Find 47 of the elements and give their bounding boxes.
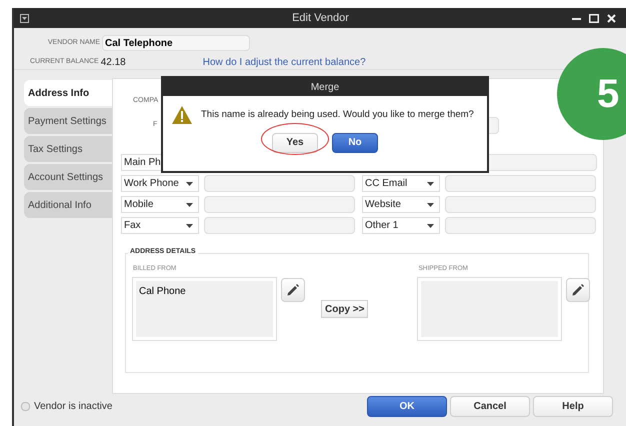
pencil-icon <box>571 283 586 297</box>
warning-icon <box>171 105 193 125</box>
caret-icon <box>186 202 193 206</box>
input-field[interactable] <box>204 196 355 213</box>
phone-type-dropdown[interactable]: Work Phone <box>121 175 199 192</box>
input-field[interactable] <box>445 196 596 213</box>
window-title: Edit Vendor <box>291 10 350 26</box>
edit-button[interactable] <box>281 278 305 302</box>
input-field[interactable] <box>204 217 355 234</box>
caret-icon <box>427 202 434 206</box>
merge-button[interactable]: Yes <box>272 132 318 152</box>
billed-address-box[interactable]: Cal Phone <box>133 278 276 340</box>
phone-type-dropdown[interactable]: Website <box>362 196 440 213</box>
dialog-button[interactable]: OK <box>367 396 447 417</box>
input-field[interactable] <box>445 217 596 234</box>
dialog-button[interactable]: Help <box>533 396 613 417</box>
dialog-button[interactable]: Cancel <box>450 396 530 417</box>
edit-button[interactable] <box>566 278 590 302</box>
sidebar-tab[interactable]: Account Settings <box>24 164 112 190</box>
vendor-name-field[interactable]: Cal Telephone <box>102 35 250 51</box>
sidebar-tab[interactable]: Address Info <box>24 80 112 106</box>
caret-icon <box>427 224 434 228</box>
sidebar-tab[interactable]: Additional Info <box>24 192 112 218</box>
current-balance-value: 42.18 <box>100 56 126 70</box>
window-menu-icon[interactable] <box>20 14 29 22</box>
phone-type-dropdown[interactable]: CC Email <box>362 175 440 192</box>
sidebar-tab[interactable]: Tax Settings <box>24 136 112 162</box>
sidebar-tab[interactable]: Payment Settings <box>24 108 112 134</box>
pencil-icon <box>286 283 300 297</box>
merge-button[interactable]: No <box>332 132 378 152</box>
input-field[interactable] <box>445 175 596 192</box>
shipped-address-box[interactable] <box>418 278 562 340</box>
phone-type-dropdown[interactable]: Other 1 <box>362 217 440 234</box>
maximize-icon[interactable] <box>589 14 599 22</box>
caret-icon <box>427 182 434 186</box>
phone-type-dropdown[interactable]: Mobile <box>121 196 199 213</box>
step-number: 5 <box>597 74 620 114</box>
caret-icon <box>186 224 193 228</box>
close-icon[interactable] <box>607 14 616 22</box>
help-link[interactable]: How do I adjust the current balance? <box>202 55 366 70</box>
merge-title: Merge <box>310 80 340 94</box>
phone-type-dropdown[interactable]: Fax <box>121 217 199 234</box>
inactive-label: Vendor is inactive <box>34 400 112 414</box>
merge-message: This name is already being used. Would you like to merge them? <box>201 108 474 122</box>
input-field[interactable] <box>204 175 355 192</box>
caret-icon <box>186 182 193 186</box>
copy-button[interactable]: Copy >> <box>321 300 368 318</box>
